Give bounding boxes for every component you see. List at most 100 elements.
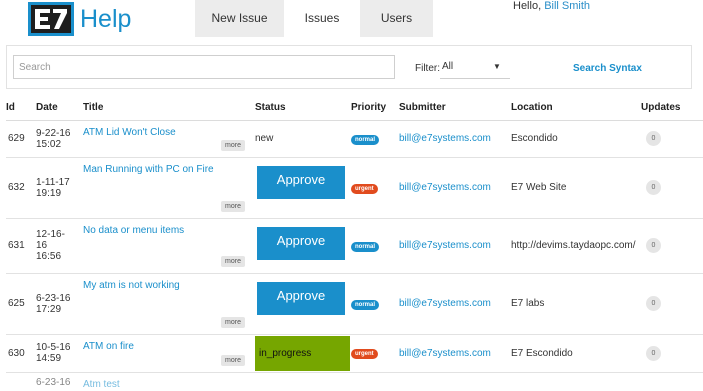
e7-logo-icon[interactable] <box>28 2 74 36</box>
user-link[interactable]: Bill Smith <box>544 0 590 12</box>
date-line: 15:02 <box>36 138 62 150</box>
date-line: 14:59 <box>36 353 62 364</box>
issue-title-link[interactable]: ATM on fire <box>83 341 134 352</box>
more-button[interactable]: more <box>221 316 245 328</box>
more-button[interactable]: more <box>221 139 245 151</box>
issue-date: 6-23-16 17:29 <box>36 273 83 335</box>
status-badge: in_progress <box>255 335 350 371</box>
date-line: 16 <box>36 240 48 251</box>
priority-badge: normal <box>351 241 380 252</box>
column-header[interactable]: Submitter <box>399 95 511 121</box>
submitter-link[interactable]: bill@e7systems.com <box>399 240 491 251</box>
approve-button[interactable]: Approve <box>257 165 345 199</box>
column-header[interactable]: Id <box>6 95 36 121</box>
issue-updates: 0 <box>641 273 703 335</box>
issue-title-cell: ATM Lid Won't Close more <box>83 120 255 158</box>
issue-location: E7 Web Site <box>511 157 641 219</box>
tab-users[interactable]: Users <box>360 0 433 37</box>
greeting-text: Hello, <box>513 0 545 12</box>
column-header[interactable]: Status <box>255 95 351 121</box>
approve-button[interactable]: Approve <box>257 226 345 260</box>
issue-date: 12-16- 16 16:56 <box>36 218 83 274</box>
date-line: 9-22-16 <box>36 127 71 139</box>
date-line: 19:19 <box>36 187 62 199</box>
issue-status <box>255 372 351 391</box>
issue-location <box>511 372 641 391</box>
issue-priority: normal <box>351 218 399 274</box>
filter-panel: Filter: All ▼ Search Syntax <box>6 45 692 89</box>
column-header[interactable]: Title <box>83 95 255 121</box>
submitter-link[interactable]: bill@e7systems.com <box>399 298 491 309</box>
updates-count: 0 <box>646 238 661 253</box>
issue-id: 630 <box>6 334 36 373</box>
issue-location: Escondido <box>511 120 641 158</box>
table-row[interactable]: 630 10-5-16 14:59 ATM on fire more in_progres… <box>6 334 703 373</box>
issue-updates: 0 <box>641 157 703 219</box>
issue-title-link[interactable]: Atm test <box>83 379 120 390</box>
submitter-link[interactable]: bill@e7systems.com <box>399 348 491 359</box>
issue-status: Approve <box>255 157 351 219</box>
issue-date: 1-11-17 19:19 <box>36 157 83 219</box>
table-body: 629 9-22-16 15:02 ATM Lid Won't Close more ne… <box>6 120 703 391</box>
issue-submitter: bill@e7systems.com <box>399 334 511 373</box>
date-line: 10-5-16 <box>36 342 71 353</box>
issue-location: http://devims.taydaopc.com/ <box>511 218 641 274</box>
issue-title-cell: ATM on fire more <box>83 334 255 373</box>
table-row[interactable]: 625 6-23-16 17:29 My atm is not working more… <box>6 273 703 335</box>
issue-priority: normal <box>351 120 399 158</box>
date-line: 6-23-16 <box>36 376 71 388</box>
issue-title-link[interactable]: Man Running with PC on Fire <box>83 164 214 175</box>
column-header[interactable]: Date <box>36 95 83 121</box>
user-greeting: Hello, Bill Smith <box>513 0 590 12</box>
table-row[interactable]: 629 9-22-16 15:02 ATM Lid Won't Close more ne… <box>6 120 703 158</box>
priority-badge: normal <box>351 134 380 145</box>
column-header[interactable]: Location <box>511 95 641 121</box>
issue-id: 632 <box>6 157 36 219</box>
issue-date: 10-5-16 14:59 <box>36 334 83 373</box>
date-line: 17:29 <box>36 303 62 315</box>
submitter-link[interactable]: bill@e7systems.com <box>399 133 491 144</box>
issue-submitter: bill@e7systems.com <box>399 273 511 335</box>
table-row[interactable]: 6-23-16 Atm test <box>6 372 703 391</box>
priority-badge: urgent <box>351 183 378 194</box>
tab-issues[interactable]: Issues <box>284 0 360 37</box>
approve-button[interactable]: Approve <box>257 281 345 315</box>
issue-updates: 0 <box>641 334 703 373</box>
issue-submitter <box>399 372 511 391</box>
issue-date: 6-23-16 <box>36 372 83 391</box>
updates-count: 0 <box>646 131 661 146</box>
main-nav: New Issue Issues Users <box>195 0 433 37</box>
table-header-row: Id Date Title Status Priority Submitter … <box>6 95 703 121</box>
table-row[interactable]: 632 1-11-17 19:19 Man Running with PC on Fi… <box>6 157 703 219</box>
search-syntax-link[interactable]: Search Syntax <box>573 63 642 74</box>
issue-updates: 0 <box>641 218 703 274</box>
issue-submitter: bill@e7systems.com <box>399 218 511 274</box>
more-button[interactable]: more <box>221 354 245 366</box>
issue-priority: urgent <box>351 334 399 373</box>
submitter-link[interactable]: bill@e7systems.com <box>399 182 491 193</box>
search-input[interactable] <box>13 55 395 79</box>
issue-title-link[interactable]: No data or menu items <box>83 225 184 236</box>
issue-title-cell: My atm is not working more <box>83 273 255 335</box>
issue-status: Approve <box>255 218 351 274</box>
issue-submitter: bill@e7systems.com <box>399 157 511 219</box>
tab-new-issue[interactable]: New Issue <box>195 0 284 37</box>
issue-id <box>6 372 36 391</box>
more-button[interactable]: more <box>221 255 245 267</box>
date-line: 1-11-17 <box>36 176 70 188</box>
issue-id: 629 <box>6 120 36 158</box>
column-header[interactable]: Updates <box>641 95 703 121</box>
issue-date: 9-22-16 15:02 <box>36 120 83 158</box>
issue-title-link[interactable]: My atm is not working <box>83 280 180 291</box>
issue-priority <box>351 372 399 391</box>
column-header[interactable]: Priority <box>351 95 399 121</box>
more-button[interactable]: more <box>221 200 245 212</box>
issues-table: Id Date Title Status Priority Submitter … <box>6 95 703 391</box>
issue-title-link[interactable]: ATM Lid Won't Close <box>83 127 176 138</box>
priority-badge: normal <box>351 299 380 310</box>
issue-priority: normal <box>351 273 399 335</box>
table-row[interactable]: 631 12-16- 16 16:56 No data or menu items mor… <box>6 218 703 274</box>
issue-submitter: bill@e7systems.com <box>399 120 511 158</box>
issue-priority: urgent <box>351 157 399 219</box>
issue-title-cell: No data or menu items more <box>83 218 255 274</box>
